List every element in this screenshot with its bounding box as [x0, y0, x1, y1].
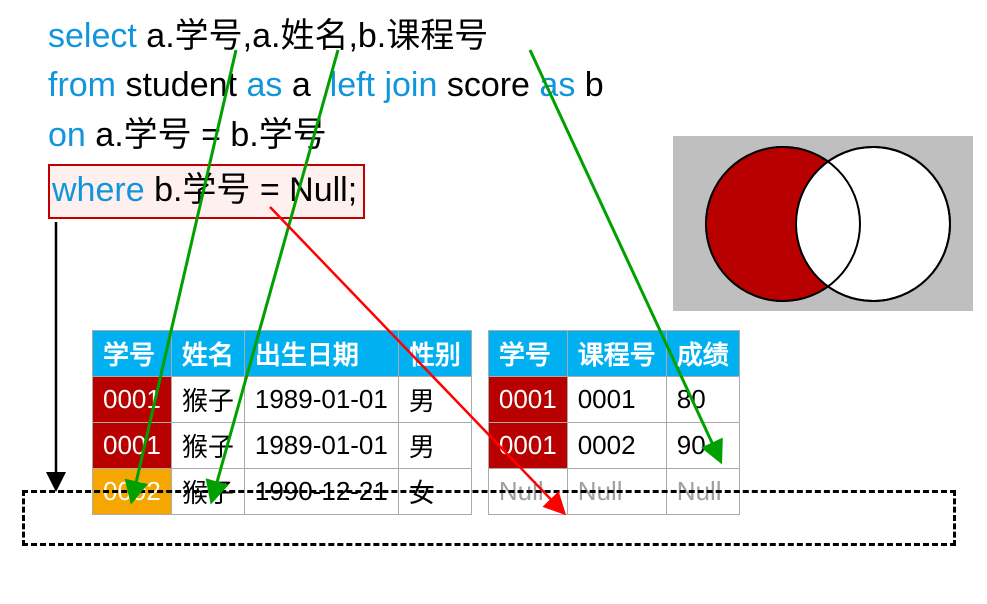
score-table: 学号 课程号 成绩 00010001800001000290NullNullNu…	[488, 330, 740, 515]
student-cell-dob: 1990-12-21	[244, 469, 398, 515]
student-row: 0001猴子1989-01-01男	[93, 377, 472, 423]
score-th-score: 成绩	[666, 331, 739, 377]
kw-select: select	[48, 17, 137, 55]
sql-query-block: select a.学号,a.姓名,b.课程号 from student as a…	[48, 12, 604, 219]
score-cell-id: 0001	[488, 423, 567, 469]
score-row: 0001000290	[488, 423, 739, 469]
student-cell-id: 0001	[93, 377, 172, 423]
kw-leftjoin: left join	[330, 66, 438, 104]
score-cell-score: 90	[666, 423, 739, 469]
sql-alias2: b	[585, 66, 604, 104]
student-cell-dob: 1989-01-01	[244, 423, 398, 469]
student-cell-id: 0002	[93, 469, 172, 515]
score-cell-id: 0001	[488, 377, 567, 423]
sql-columns: a.学号,a.姓名,b.课程号	[146, 17, 488, 55]
score-cell-score: Null	[666, 469, 739, 515]
sql-line-3: on a.学号 = b.学号	[48, 111, 604, 160]
student-row: 0002猴子1990-12-21女	[93, 469, 472, 515]
student-th-name: 姓名	[171, 331, 244, 377]
student-cell-sex: 男	[398, 423, 471, 469]
student-th-id: 学号	[93, 331, 172, 377]
sql-alias1: a	[292, 66, 311, 104]
score-th-id: 学号	[488, 331, 567, 377]
student-cell-sex: 男	[398, 377, 471, 423]
score-cell-score: 80	[666, 377, 739, 423]
student-cell-name: 猴子	[171, 469, 244, 515]
student-header-row: 学号 姓名 出生日期 性别	[93, 331, 472, 377]
student-cell-name: 猴子	[171, 423, 244, 469]
sql-where-box: where b.学号 = Null;	[48, 164, 365, 219]
student-cell-sex: 女	[398, 469, 471, 515]
tables-container: 学号 姓名 出生日期 性别 0001猴子1989-01-01男0001猴子198…	[92, 330, 740, 515]
student-cell-id: 0001	[93, 423, 172, 469]
score-row: NullNullNull	[488, 469, 739, 515]
kw-as1: as	[246, 66, 282, 104]
kw-as2: as	[539, 66, 575, 104]
student-cell-name: 猴子	[171, 377, 244, 423]
kw-from: from	[48, 66, 116, 104]
score-cell-course: 0001	[567, 377, 666, 423]
score-row: 0001000180	[488, 377, 739, 423]
student-table: 学号 姓名 出生日期 性别 0001猴子1989-01-01男0001猴子198…	[92, 330, 472, 515]
sql-table2: score	[447, 66, 530, 104]
sql-line-2: from student as a left join score as b	[48, 61, 604, 110]
sql-table1: student	[125, 66, 237, 104]
student-row: 0001猴子1989-01-01男	[93, 423, 472, 469]
sql-on-cond: a.学号 = b.学号	[95, 116, 326, 154]
score-cell-course: 0002	[567, 423, 666, 469]
score-th-course: 课程号	[567, 331, 666, 377]
student-th-dob: 出生日期	[244, 331, 398, 377]
score-cell-course: Null	[567, 469, 666, 515]
score-header-row: 学号 课程号 成绩	[488, 331, 739, 377]
kw-on: on	[48, 116, 86, 154]
sql-line-1: select a.学号,a.姓名,b.课程号	[48, 12, 604, 61]
sql-where-cond: b.学号 = Null;	[154, 171, 357, 209]
score-cell-id: Null	[488, 469, 567, 515]
kw-where: where	[52, 171, 145, 209]
venn-diagram	[673, 136, 973, 311]
student-th-sex: 性别	[398, 331, 471, 377]
student-cell-dob: 1989-01-01	[244, 377, 398, 423]
